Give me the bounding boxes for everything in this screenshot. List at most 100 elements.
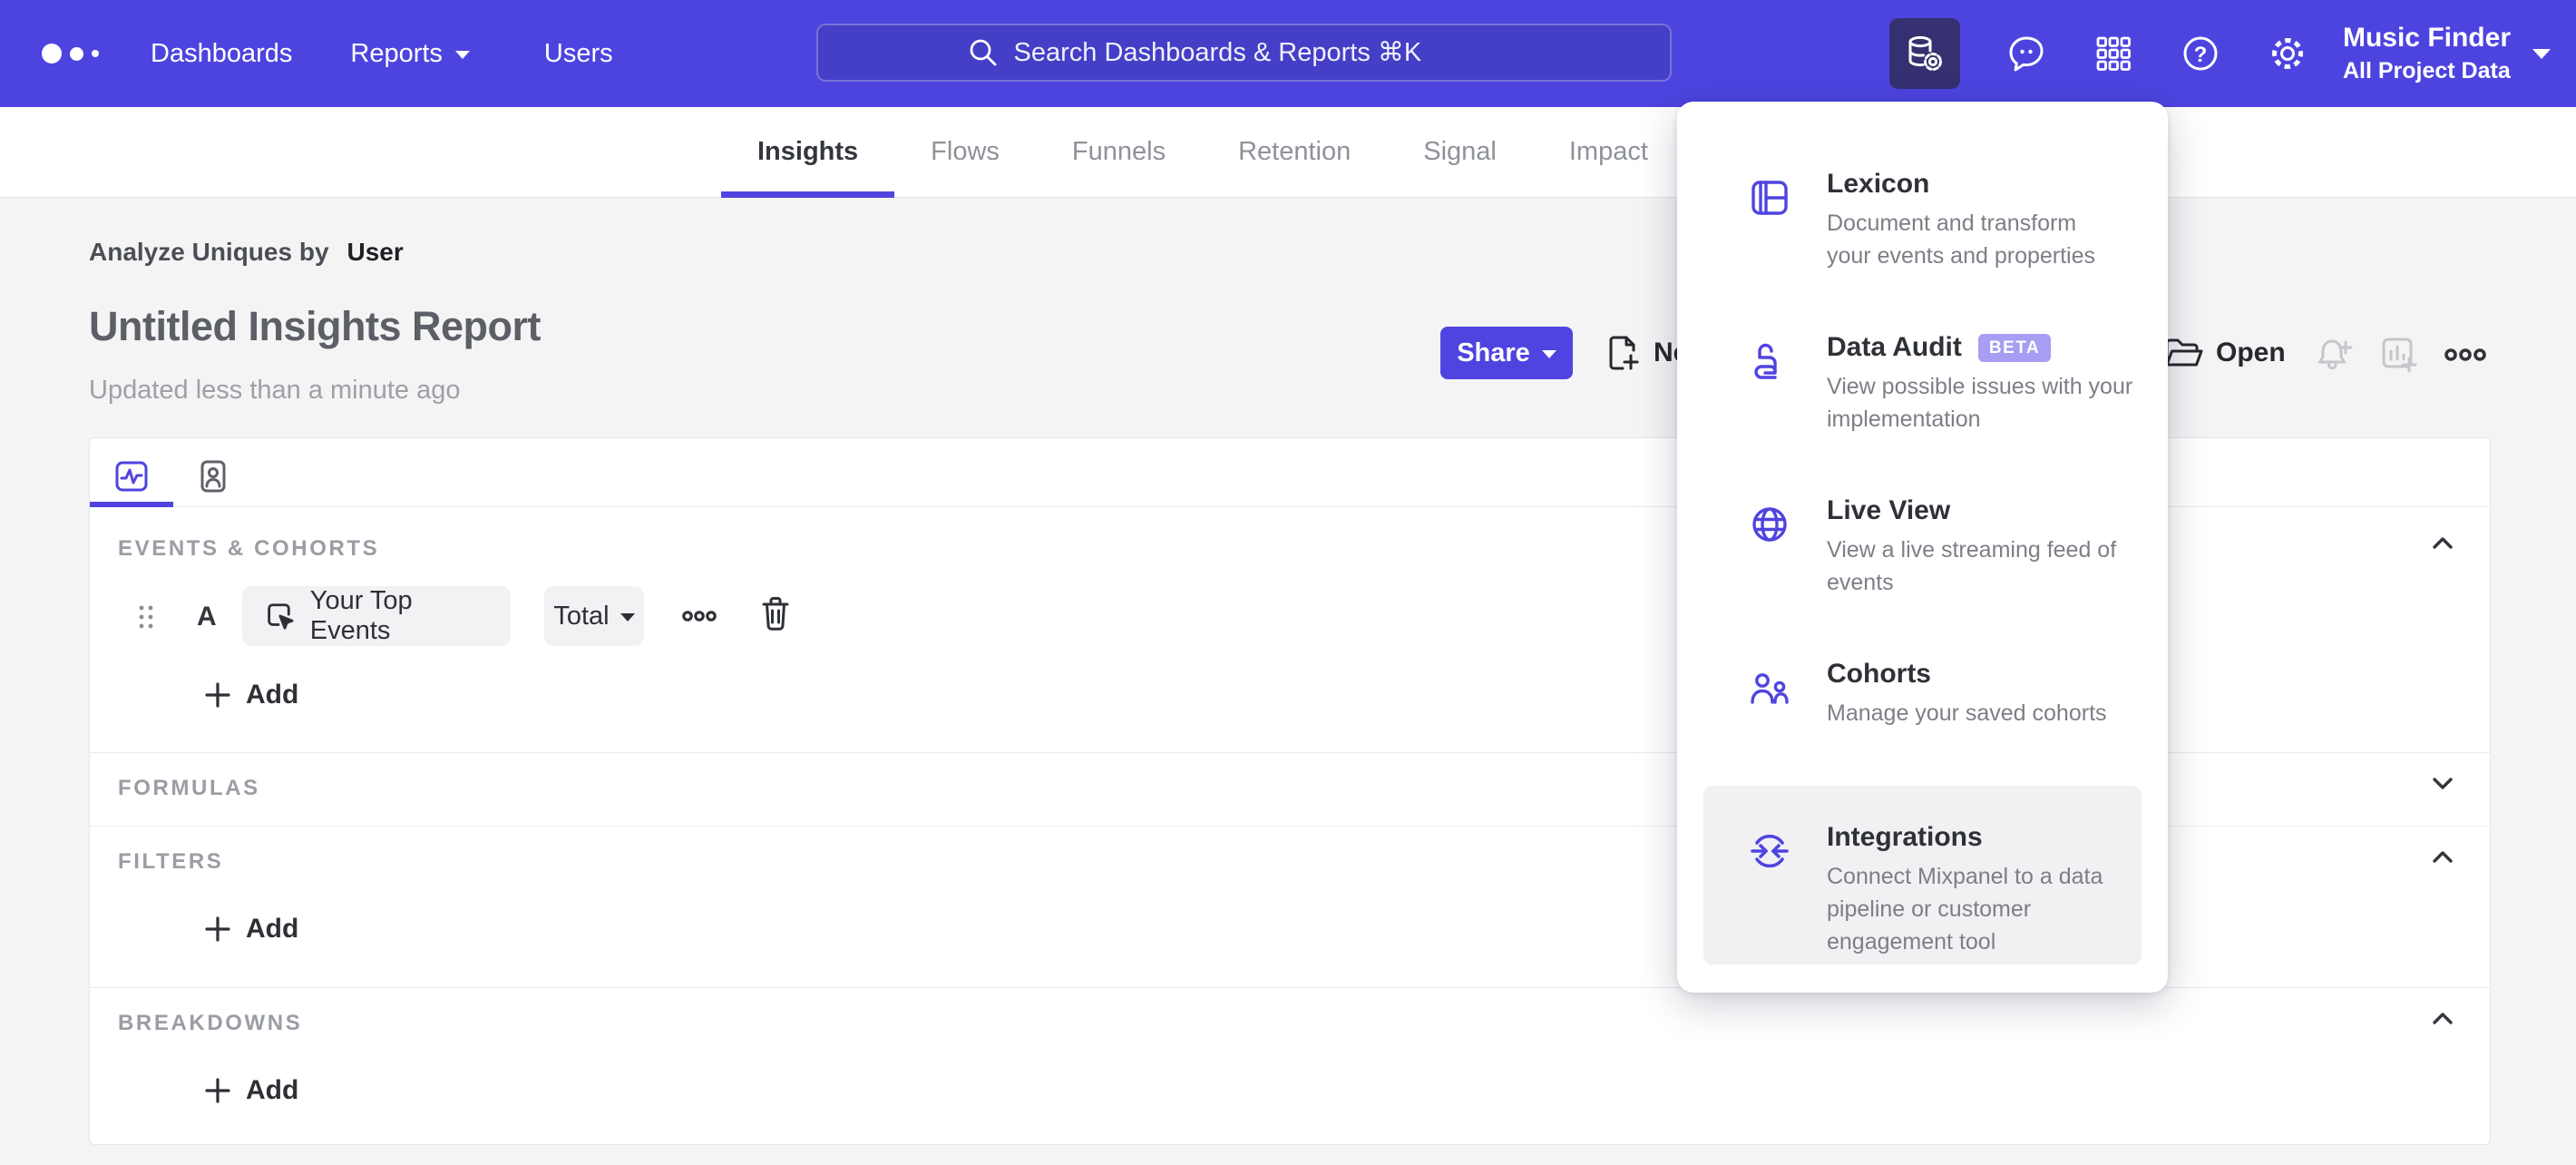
apps-grid-button[interactable] — [2093, 33, 2134, 74]
ellipsis-icon — [682, 611, 717, 622]
add-breakdown-button[interactable]: Add — [204, 1075, 298, 1106]
tab-impact[interactable]: Impact — [1533, 107, 1684, 198]
trash-icon — [762, 597, 789, 631]
mixpanel-logo-icon[interactable] — [42, 44, 99, 64]
top-nav: Dashboards Reports Users Search Dashboar… — [0, 0, 2576, 107]
tab-signal-label: Signal — [1423, 137, 1497, 166]
delete-row-button[interactable] — [758, 594, 793, 634]
open-report-button[interactable]: Open — [2162, 332, 2286, 374]
menu-item-text: Data Audit BETA View possible issues wit… — [1827, 332, 2144, 436]
nav-item-dashboards[interactable]: Dashboards — [151, 39, 292, 69]
feedback-bubble-icon — [2009, 36, 2044, 72]
ellipsis-icon — [2444, 348, 2486, 361]
events-cohorts-header: EVENTS & COHORTS — [118, 536, 380, 561]
analyze-breadcrumb: Analyze Uniques by User — [89, 238, 404, 267]
nav-item-users-label: Users — [543, 38, 613, 68]
menu-item-title: Live View — [1827, 495, 1951, 525]
nav-item-reports[interactable]: Reports — [350, 39, 470, 69]
menu-item-data-audit[interactable]: Data Audit BETA View possible issues wit… — [1703, 296, 2142, 459]
tab-retention-label: Retention — [1238, 137, 1351, 166]
menu-item-text: Lexicon Document and transform your even… — [1827, 169, 2144, 272]
more-actions-button[interactable] — [2444, 334, 2486, 376]
tab-signal[interactable]: Signal — [1387, 107, 1533, 198]
settings-button[interactable] — [2267, 33, 2308, 74]
tab-impact-label: Impact — [1568, 137, 1648, 166]
add-filter-button[interactable]: Add — [204, 914, 298, 945]
project-scope: All Project Data — [2342, 57, 2511, 83]
chevron-up-icon — [2433, 1013, 2453, 1024]
cohorts-people-icon — [1751, 673, 1789, 704]
project-selector[interactable]: Music Finder All Project Data — [2343, 23, 2511, 83]
menu-item-title: Lexicon — [1827, 169, 1930, 199]
tab-funnels-label: Funnels — [1071, 137, 1166, 166]
chart-add-icon — [2382, 338, 2417, 373]
settings-gear-icon — [2271, 38, 2303, 69]
bell-plus-icon — [2318, 339, 2353, 370]
add-breakdown-label: Add — [246, 1075, 299, 1105]
tab-flows-label: Flows — [931, 137, 1000, 166]
tab-retention[interactable]: Retention — [1202, 107, 1387, 198]
menu-item-lexicon[interactable]: Lexicon Document and transform your even… — [1703, 132, 2142, 296]
menu-item-cohorts[interactable]: Cohorts Manage your saved cohorts — [1703, 622, 2142, 786]
plus-icon — [205, 916, 230, 942]
search-input[interactable] — [1013, 37, 1522, 68]
filters-collapse-button[interactable] — [2428, 843, 2457, 872]
active-tab-underline — [90, 502, 173, 507]
plus-icon — [205, 1078, 230, 1103]
nav-item-users[interactable]: Users — [544, 39, 613, 69]
event-chip-label: Your Top Events — [309, 586, 413, 645]
breakdowns-header: BREAKDOWNS — [118, 1011, 303, 1035]
top-nav-left: Dashboards Reports Users — [0, 0, 613, 107]
pulse-chart-icon — [115, 461, 148, 492]
help-icon: ? — [2183, 36, 2218, 71]
integrations-sync-icon — [1751, 834, 1789, 868]
global-search[interactable] — [816, 24, 1672, 82]
new-document-icon — [1609, 336, 1639, 370]
tab-insights[interactable]: Insights — [721, 107, 895, 198]
measure-selector-chip[interactable]: Total — [544, 586, 644, 646]
drag-dots-icon — [139, 605, 153, 629]
project-chevron-down-icon[interactable] — [2532, 48, 2551, 59]
add-filter-label: Add — [246, 914, 299, 944]
drag-handle[interactable] — [138, 604, 154, 630]
add-alert-button[interactable] — [2313, 334, 2355, 376]
menu-item-live-view[interactable]: Live View View a live streaming feed of … — [1703, 459, 2142, 622]
row-more-button[interactable] — [681, 600, 717, 632]
breakdowns-collapse-button[interactable] — [2428, 1004, 2457, 1033]
mixpanel-app: Dashboards Reports Users Search Dashboar… — [0, 0, 2576, 1165]
chevron-up-icon — [2433, 537, 2453, 549]
profiles-tab[interactable] — [195, 458, 231, 494]
tab-funnels[interactable]: Funnels — [1036, 107, 1202, 198]
add-to-dashboard-button[interactable] — [2378, 334, 2420, 376]
events-collapse-button[interactable] — [2428, 529, 2457, 558]
share-button[interactable]: Share — [1440, 327, 1573, 379]
help-button[interactable]: ? — [2180, 33, 2221, 74]
analyze-label: Analyze Uniques by — [89, 238, 329, 266]
chevron-down-icon — [2433, 778, 2453, 789]
chevron-down-icon — [454, 51, 470, 59]
add-event-label: Add — [246, 680, 299, 710]
add-event-button[interactable]: Add — [204, 680, 298, 710]
filters-header: FILTERS — [118, 849, 224, 874]
event-selector-chip[interactable]: Your Top Events — [242, 586, 511, 646]
measure-chevron-down-icon — [620, 613, 635, 622]
menu-item-desc: Document and transform your events and p… — [1827, 210, 2096, 269]
menu-item-text: Live View View a live streaming feed of … — [1827, 495, 2144, 599]
svg-text:?: ? — [2194, 43, 2208, 67]
beta-badge: BETA — [1977, 333, 2052, 362]
project-name: Music Finder — [2342, 23, 2511, 54]
feedback-button[interactable] — [2005, 33, 2047, 74]
nav-item-dashboards-label: Dashboards — [151, 38, 293, 68]
menu-item-text: Integrations Connect Mixpanel to a data … — [1827, 822, 2144, 958]
analyze-entity-selector[interactable]: User — [347, 238, 404, 266]
formulas-expand-button[interactable] — [2428, 769, 2457, 798]
tab-flows[interactable]: Flows — [894, 107, 1036, 198]
live-view-globe-icon — [1752, 507, 1787, 542]
events-tab[interactable] — [113, 458, 150, 494]
menu-item-integrations[interactable]: Integrations Connect Mixpanel to a data … — [1703, 786, 2142, 964]
menu-item-desc: Manage your saved cohorts — [1827, 700, 2107, 726]
data-management-button[interactable] — [1888, 18, 1960, 89]
menu-item-desc: View possible issues with your implement… — [1827, 374, 2133, 432]
formulas-header: FORMULAS — [118, 776, 260, 800]
search-icon — [970, 39, 996, 66]
